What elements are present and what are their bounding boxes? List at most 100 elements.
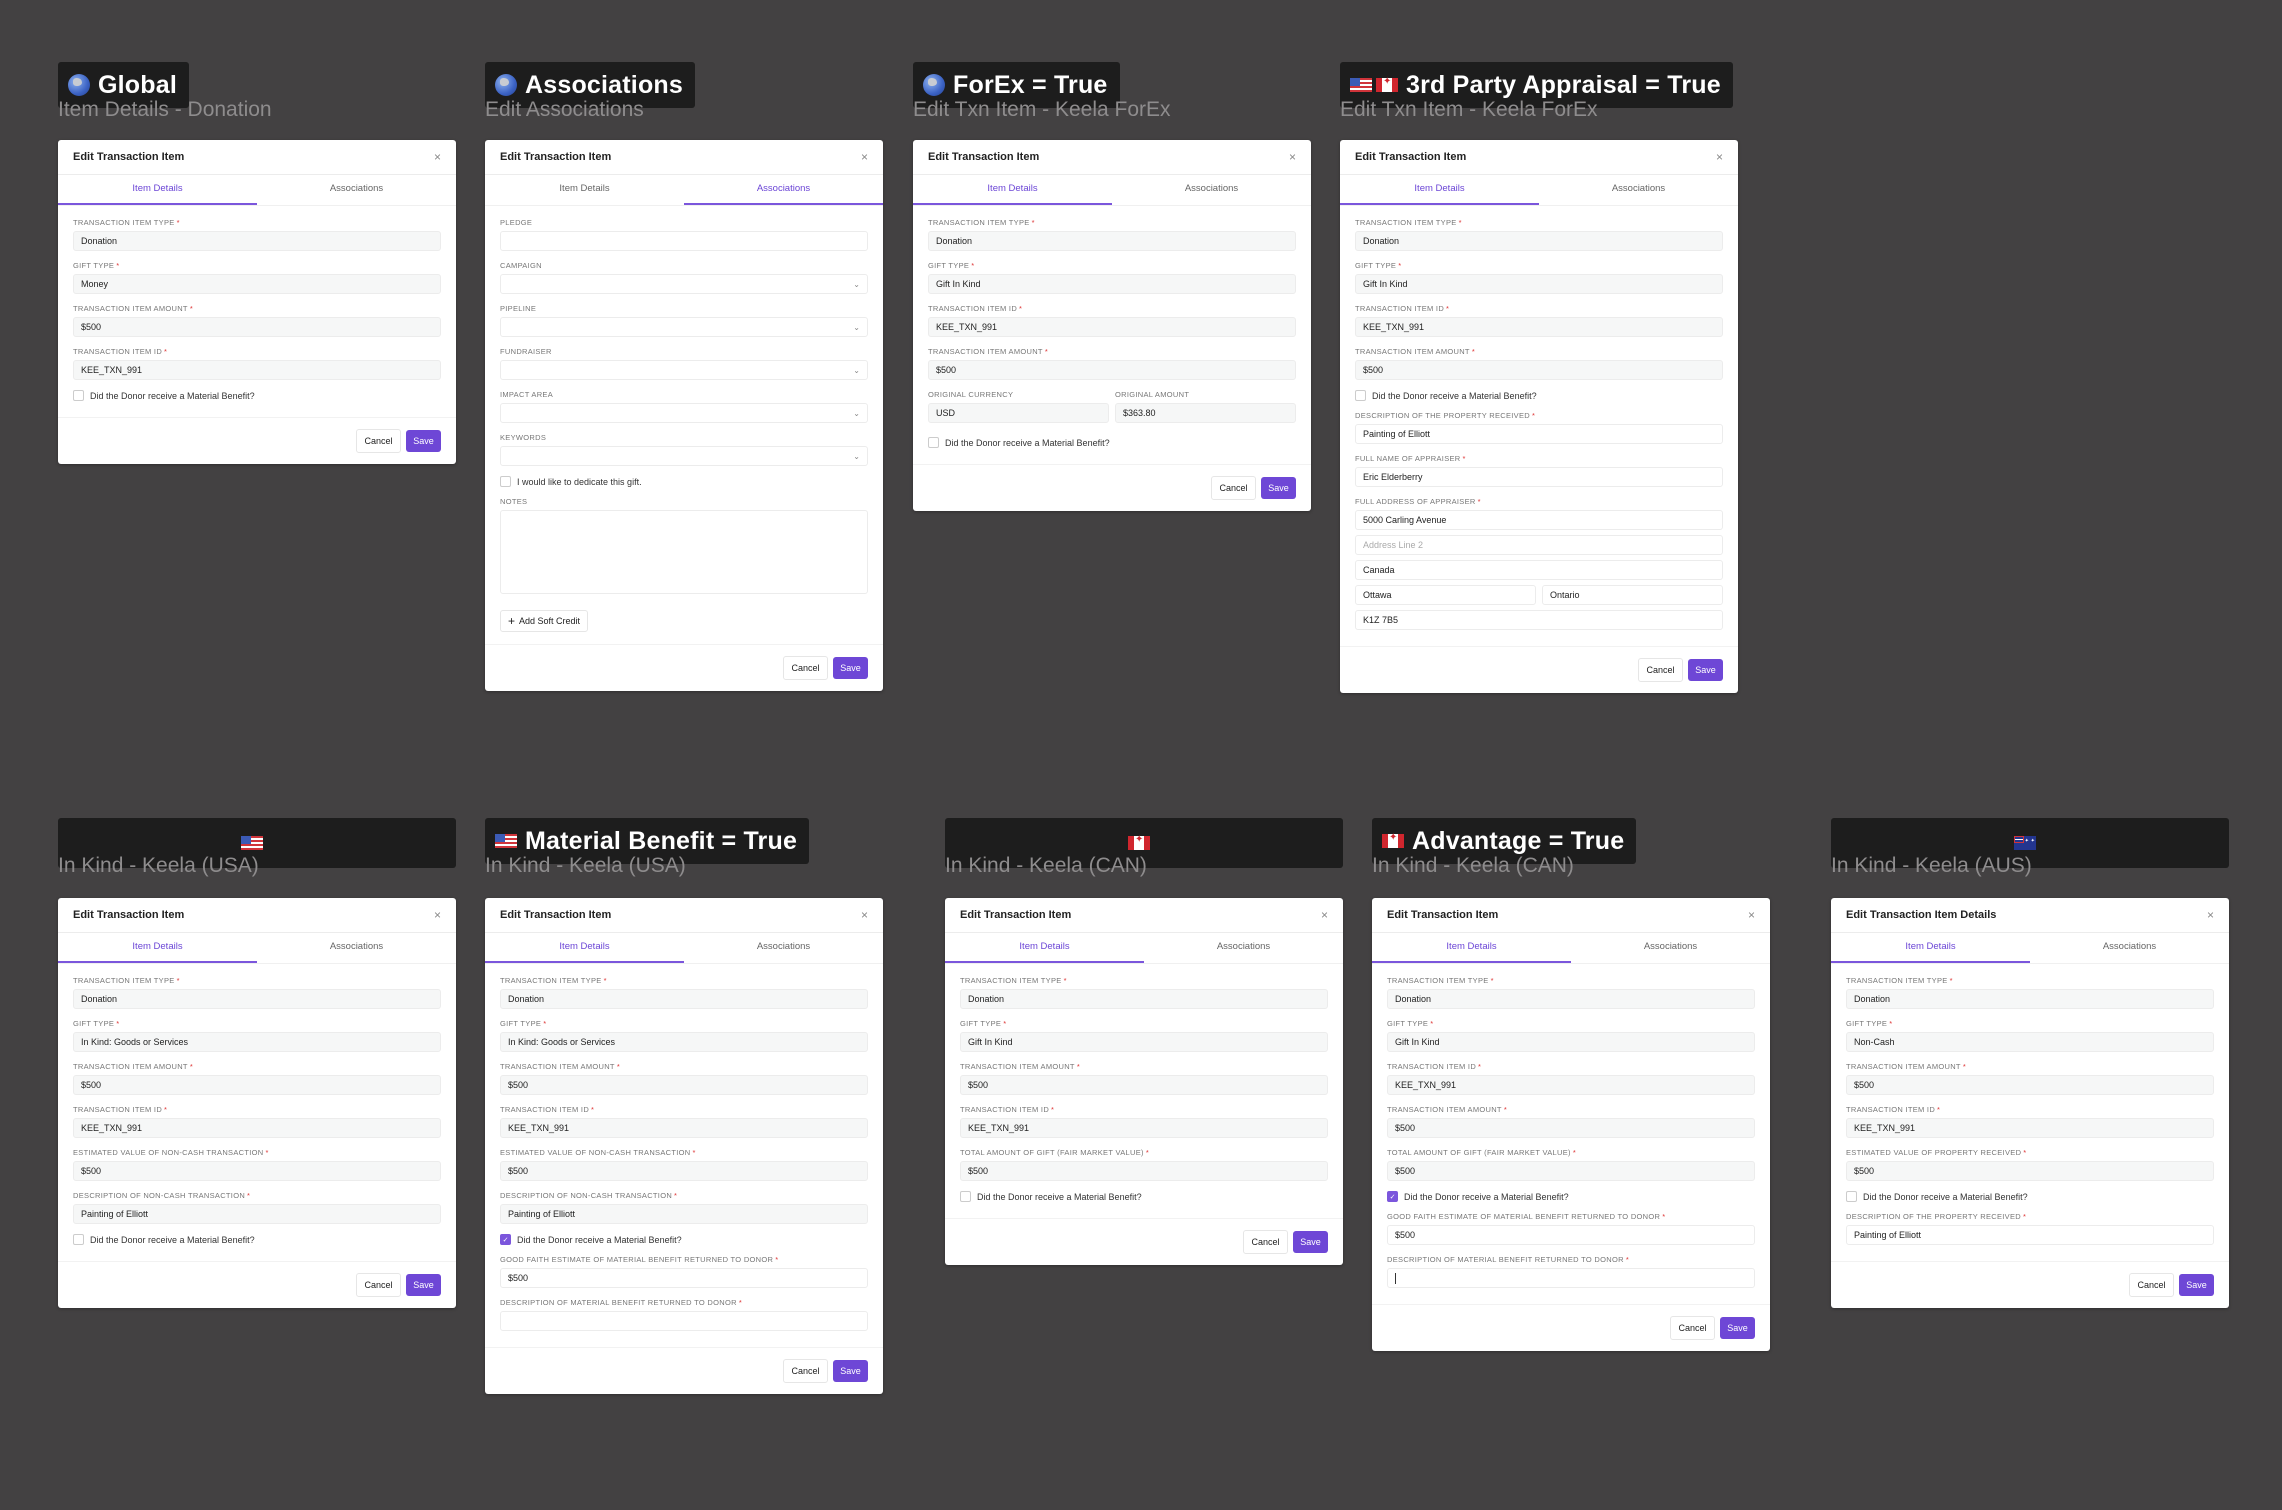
cancel-button[interactable]: Cancel [1211, 476, 1256, 500]
transaction-item-id-input[interactable]: KEE_TXN_991 [1387, 1075, 1755, 1095]
close-icon[interactable]: × [2207, 908, 2214, 922]
cancel-button[interactable]: Cancel [356, 1273, 401, 1297]
transaction-item-amount-input[interactable]: $500 [960, 1075, 1328, 1095]
checkbox[interactable] [500, 476, 511, 487]
tab-associations[interactable]: Associations [684, 933, 883, 963]
transaction-item-id-input[interactable]: KEE_TXN_991 [500, 1118, 868, 1138]
close-icon[interactable]: × [1748, 908, 1755, 922]
cancel-button[interactable]: Cancel [783, 1359, 828, 1383]
transaction-item-type-input[interactable]: Donation [73, 989, 441, 1009]
transaction-item-id-input[interactable]: KEE_TXN_991 [1846, 1118, 2214, 1138]
cancel-button[interactable]: Cancel [1243, 1230, 1288, 1254]
save-button[interactable]: Save [1261, 477, 1296, 499]
chevron-down-icon[interactable]: ⌄ [853, 366, 860, 375]
gift-type-input[interactable]: Gift In Kind [928, 274, 1296, 294]
original-amount-input[interactable]: $363.80 [1115, 403, 1296, 423]
transaction-item-type-input[interactable]: Donation [960, 989, 1328, 1009]
close-icon[interactable]: × [434, 908, 441, 922]
cancel-button[interactable]: Cancel [356, 429, 401, 453]
gift-type-input[interactable]: In Kind: Goods or Services [73, 1032, 441, 1052]
tab-associations[interactable]: Associations [1571, 933, 1770, 963]
city-input[interactable]: Ottawa [1355, 585, 1536, 605]
material-benefit-checkbox-row[interactable]: ✓ Did the Donor receive a Material Benefi… [1387, 1191, 1755, 1202]
transaction-item-id-input[interactable]: KEE_TXN_991 [1355, 317, 1723, 337]
description-of-the-property-received-input[interactable]: Painting of Elliott [1355, 424, 1723, 444]
tab-associations[interactable]: Associations [1539, 175, 1738, 205]
tab-item-details[interactable]: Item Details [58, 175, 257, 205]
save-button[interactable]: Save [2179, 1274, 2214, 1296]
transaction-item-type-input[interactable]: Donation [1387, 989, 1755, 1009]
estimated-value-of-property-received-input[interactable]: $500 [1846, 1161, 2214, 1181]
tab-associations[interactable]: Associations [257, 933, 456, 963]
save-button[interactable]: Save [833, 1360, 868, 1382]
impact-area-select[interactable]: ⌄ [500, 403, 868, 423]
dedicate-gift-checkbox-row[interactable]: I would like to dedicate this gift. [500, 476, 868, 487]
chevron-down-icon[interactable]: ⌄ [853, 280, 860, 289]
address-line1-input[interactable]: 5000 Carling Avenue [1355, 510, 1723, 530]
checkbox[interactable] [1355, 390, 1366, 401]
transaction-item-type-input[interactable]: Donation [73, 231, 441, 251]
cancel-button[interactable]: Cancel [2129, 1273, 2174, 1297]
material-benefit-checkbox-row[interactable]: Did the Donor receive a Material Benefit… [73, 390, 441, 401]
total-amount-of-gift-fair-market-value-input[interactable]: $500 [1387, 1161, 1755, 1181]
tab-item-details[interactable]: Item Details [913, 175, 1112, 205]
tab-associations[interactable]: Associations [1112, 175, 1311, 205]
material-benefit-checkbox-row[interactable]: Did the Donor receive a Material Benefit… [960, 1191, 1328, 1202]
transaction-item-type-input[interactable]: Donation [928, 231, 1296, 251]
close-icon[interactable]: × [1716, 150, 1723, 164]
checkbox[interactable] [73, 1234, 84, 1245]
transaction-item-id-input[interactable]: KEE_TXN_991 [73, 360, 441, 380]
pledge-input[interactable] [500, 231, 868, 251]
tab-item-details[interactable]: Item Details [485, 933, 684, 963]
transaction-item-type-input[interactable]: Donation [1355, 231, 1723, 251]
postal-code-input[interactable]: K1Z 7B5 [1355, 610, 1723, 630]
estimated-value-of-non-cash-transaction-input[interactable]: $500 [500, 1161, 868, 1181]
transaction-item-amount-input[interactable]: $500 [928, 360, 1296, 380]
save-button[interactable]: Save [833, 657, 868, 679]
cancel-button[interactable]: Cancel [1638, 658, 1683, 682]
tab-item-details[interactable]: Item Details [945, 933, 1144, 963]
gift-type-input[interactable]: Gift In Kind [1387, 1032, 1755, 1052]
gift-type-input[interactable]: Gift In Kind [960, 1032, 1328, 1052]
chevron-down-icon[interactable]: ⌄ [853, 323, 860, 332]
gift-type-input[interactable]: Gift In Kind [1355, 274, 1723, 294]
save-button[interactable]: Save [1688, 659, 1723, 681]
checkbox[interactable]: ✓ [500, 1234, 511, 1245]
material-benefit-checkbox-row[interactable]: Did the Donor receive a Material Benefit… [1846, 1191, 2214, 1202]
checkbox[interactable] [928, 437, 939, 448]
transaction-item-amount-input[interactable]: $500 [1355, 360, 1723, 380]
description-of-non-cash-transaction-input[interactable]: Painting of Elliott [500, 1204, 868, 1224]
cancel-button[interactable]: Cancel [783, 656, 828, 680]
save-button[interactable]: Save [406, 1274, 441, 1296]
tab-associations[interactable]: Associations [684, 175, 883, 205]
tab-item-details[interactable]: Item Details [1831, 933, 2030, 963]
transaction-item-amount-input[interactable]: $500 [73, 1075, 441, 1095]
transaction-item-amount-input[interactable]: $500 [1846, 1075, 2214, 1095]
country-input[interactable]: Canada [1355, 560, 1723, 580]
gift-type-input[interactable]: In Kind: Goods or Services [500, 1032, 868, 1052]
tab-item-details[interactable]: Item Details [58, 933, 257, 963]
description-of-material-benefit-returned-to-donor-input[interactable] [1387, 1268, 1755, 1288]
gift-type-input[interactable]: Money [73, 274, 441, 294]
close-icon[interactable]: × [1289, 150, 1296, 164]
save-button[interactable]: Save [1293, 1231, 1328, 1253]
transaction-item-amount-input[interactable]: $500 [1387, 1118, 1755, 1138]
material-benefit-checkbox-row[interactable]: ✓ Did the Donor receive a Material Benefi… [500, 1234, 868, 1245]
save-button[interactable]: Save [1720, 1317, 1755, 1339]
estimated-value-of-non-cash-transaction-input[interactable]: $500 [73, 1161, 441, 1181]
transaction-item-type-input[interactable]: Donation [1846, 989, 2214, 1009]
notes-textarea[interactable] [500, 510, 868, 594]
tab-associations[interactable]: Associations [257, 175, 456, 205]
pipeline-select[interactable]: ⌄ [500, 317, 868, 337]
transaction-item-type-input[interactable]: Donation [500, 989, 868, 1009]
save-button[interactable]: Save [406, 430, 441, 452]
tab-item-details[interactable]: Item Details [485, 175, 684, 205]
good-faith-estimate-of-material-benefit-returned-to-donor-input[interactable]: $500 [1387, 1225, 1755, 1245]
checkbox[interactable] [960, 1191, 971, 1202]
good-faith-estimate-of-material-benefit-returned-to-donor-input[interactable]: $500 [500, 1268, 868, 1288]
campaign-select[interactable]: ⌄ [500, 274, 868, 294]
address-line2-input[interactable]: Address Line 2 [1355, 535, 1723, 555]
tab-associations[interactable]: Associations [1144, 933, 1343, 963]
chevron-down-icon[interactable]: ⌄ [853, 452, 860, 461]
material-benefit-checkbox-row[interactable]: Did the Donor receive a Material Benefit… [73, 1234, 441, 1245]
